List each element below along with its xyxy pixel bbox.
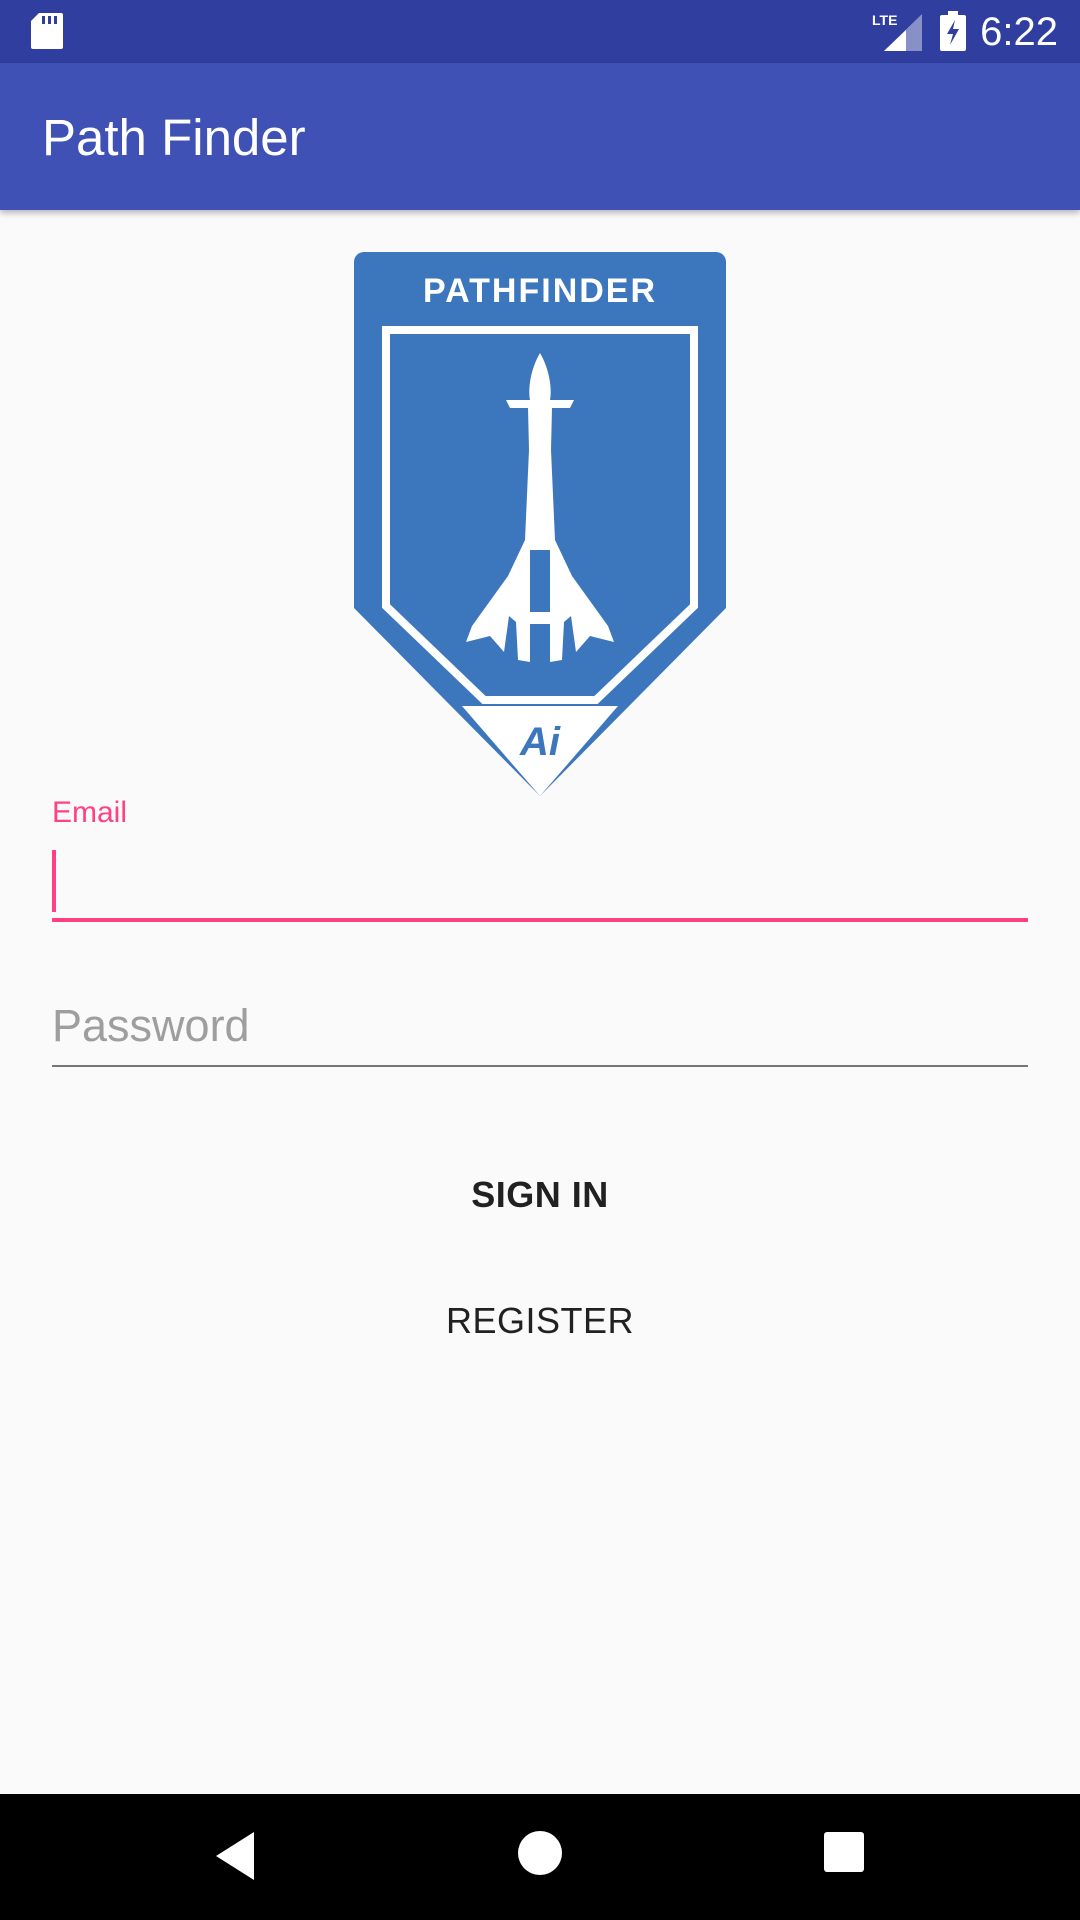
network-type-label: LTE <box>872 12 897 28</box>
email-label: Email <box>52 796 128 829</box>
app-title: Path Finder <box>42 109 306 166</box>
home-icon[interactable] <box>518 1831 562 1875</box>
pathfinder-logo: PATHFINDER Ai <box>354 252 726 796</box>
status-bar: LTE 6:22 <box>0 0 1080 63</box>
sign-in-button[interactable]: SIGN IN <box>340 1147 740 1243</box>
app-bar: Path Finder <box>0 63 1080 210</box>
logo-text: PATHFINDER <box>423 272 657 310</box>
register-button[interactable]: REGISTER <box>340 1273 740 1369</box>
back-icon[interactable] <box>214 1830 258 1882</box>
email-field[interactable] <box>52 845 1028 915</box>
battery-charging-icon <box>940 11 966 51</box>
sd-card-icon <box>31 13 63 49</box>
logo-mark: Ai <box>519 720 561 764</box>
navigation-bar <box>0 1794 1080 1920</box>
email-underline <box>52 918 1028 922</box>
password-field[interactable] <box>52 995 1028 1057</box>
clock: 6:22 <box>980 10 1058 54</box>
password-underline <box>52 1065 1028 1067</box>
text-cursor <box>52 850 56 912</box>
recents-icon[interactable] <box>824 1832 864 1872</box>
lte-signal-icon: LTE <box>872 12 922 51</box>
